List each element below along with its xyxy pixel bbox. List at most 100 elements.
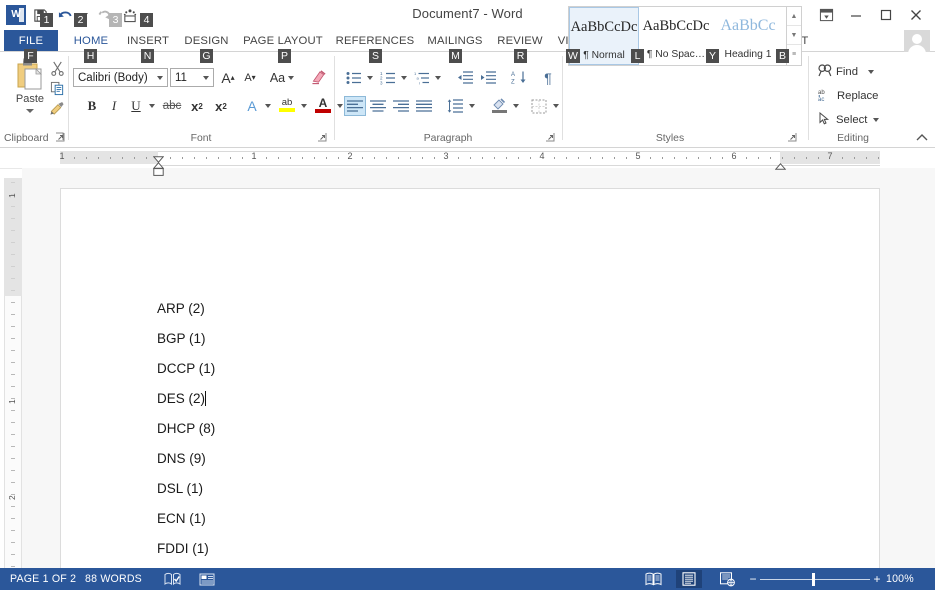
svg-text:A: A [511,72,515,78]
font-name-dropdown-icon[interactable] [153,75,167,80]
zoom-thumb[interactable] [812,572,815,586]
shading-button[interactable] [488,96,510,116]
proofing-status-icon[interactable] [164,568,181,590]
justify-button[interactable] [413,96,435,116]
find-button[interactable]: Find [818,62,874,82]
text-effects-dropdown-icon[interactable] [262,96,273,116]
zoom-track[interactable] [760,572,870,586]
align-right-button[interactable] [390,96,412,116]
styles-dialog-launcher[interactable] [787,132,798,143]
document-line[interactable]: BGP (1) [157,324,777,354]
page-indicator[interactable]: PAGE 1 OF 2 [10,568,76,590]
style-item-no-spacing[interactable]: AaBbCcDc ¶ No Spac… [641,7,711,65]
font-name-input[interactable]: Calibri (Body) [73,68,168,87]
superscript-button[interactable]: x2 [210,96,232,116]
shrink-font-button[interactable]: A ▾ [240,68,260,87]
find-dropdown-icon[interactable] [867,70,874,74]
text-effects-button[interactable]: A [242,96,262,116]
multilevel-list-dropdown-icon[interactable] [432,68,443,87]
clipboard-dialog-launcher[interactable] [55,132,66,143]
multilevel-list-button[interactable]: 1ai [412,68,432,87]
copy-button[interactable] [46,78,68,98]
bold-button[interactable]: B [82,96,102,116]
document-line[interactable]: ARP (2) [157,294,777,324]
word-count[interactable]: 88 WORDS [85,568,142,590]
view-print-layout-button[interactable] [676,570,702,588]
underline-dropdown-icon[interactable] [146,96,157,116]
language-indicator[interactable] [198,568,216,590]
zoom-in-button[interactable]: + [870,572,884,586]
ruler-tick [230,157,231,159]
ribbon-display-options-icon[interactable] [811,4,841,26]
horizontal-ruler[interactable]: 1 1 2 3 4 5 6 7 [0,148,935,176]
bullets-button[interactable] [344,68,364,87]
center-button[interactable] [367,96,389,116]
document-line[interactable]: DNS (9) [157,444,777,474]
keytip-tab-developer: L [631,49,644,63]
document-line[interactable]: FDDI (1) [157,534,777,564]
document-line[interactable]: DSL (1) [157,474,777,504]
borders-button[interactable] [528,96,550,116]
grow-font-button[interactable]: A ▴ [218,68,238,87]
left-indent-marker[interactable] [153,163,164,181]
style-item-heading-1[interactable]: AaBbCc Heading 1 [713,7,783,65]
document-page[interactable]: ARP (2) BGP (1) DCCP (1) DES (2) DHCP (8) DNS… [60,188,880,568]
zoom-out-button[interactable]: − [746,572,760,586]
view-web-layout-button[interactable] [714,570,740,588]
replace-button[interactable]: ab ac Replace [818,86,878,106]
select-icon [818,111,832,128]
document-scroll-area[interactable]: ARP (2) BGP (1) DCCP (1) DES (2) DHCP (8) DNS… [22,168,935,568]
align-left-button[interactable] [344,96,366,116]
decrease-indent-button[interactable] [454,68,476,87]
select-dropdown-icon[interactable] [873,118,880,122]
line-spacing-button[interactable] [444,96,466,116]
shading-dropdown-icon[interactable] [510,96,521,116]
font-dialog-launcher[interactable] [317,132,328,143]
styles-scroll-down-icon[interactable]: ▼ [787,26,801,45]
view-read-mode-button[interactable] [640,570,666,588]
increase-indent-button[interactable] [477,68,499,87]
styles-more-icon[interactable]: ≡ [787,45,801,64]
document-text[interactable]: ARP (2) BGP (1) DCCP (1) DES (2) DHCP (8) DNS… [157,294,777,568]
zoom-level[interactable]: 100% [886,568,914,590]
italic-button[interactable]: I [104,96,124,116]
document-line[interactable]: ECN (1) [157,504,777,534]
clear-formatting-button[interactable] [308,68,330,87]
document-line[interactable]: DES (2) [157,384,777,414]
underline-button[interactable]: U [126,96,146,116]
paste-dropdown-icon[interactable] [26,109,34,113]
minimize-icon[interactable] [841,4,871,26]
cut-button[interactable] [46,58,68,78]
format-painter-button[interactable] [46,98,68,118]
zoom-slider[interactable]: − + [746,568,884,590]
styles-scrollbar[interactable]: ▲ ▼ ≡ [787,6,802,66]
right-indent-marker[interactable] [774,157,787,175]
sort-button[interactable]: AZ [508,68,530,87]
font-size-input[interactable]: 11 [170,68,214,87]
collapse-ribbon-icon[interactable] [915,131,929,145]
subscript-button[interactable]: x2 [186,96,208,116]
font-size-dropdown-icon[interactable] [199,75,213,80]
vertical-ruler[interactable]: 1 1 2 [4,178,22,568]
avatar[interactable] [904,30,930,54]
svg-text:3: 3 [380,80,383,85]
numbering-button[interactable]: 123 [378,68,398,87]
show-formatting-marks-button[interactable]: ¶ [538,68,558,87]
line-spacing-dropdown-icon[interactable] [466,96,477,116]
change-case-button[interactable]: Aa [268,68,296,87]
ruler-tick [326,157,327,159]
borders-dropdown-icon[interactable] [550,96,561,116]
close-icon[interactable] [901,4,931,26]
highlight-button[interactable]: ab [276,94,298,116]
numbering-dropdown-icon[interactable] [398,68,409,87]
strikethrough-button[interactable]: abc [160,96,184,116]
bullets-dropdown-icon[interactable] [364,68,375,87]
highlight-dropdown-icon[interactable] [298,96,309,116]
document-line[interactable]: DCCP (1) [157,354,777,384]
font-color-button[interactable]: A [312,94,334,116]
maximize-icon[interactable] [871,4,901,26]
svg-text:Z: Z [511,80,515,86]
styles-scroll-up-icon[interactable]: ▲ [787,7,801,26]
document-line[interactable]: DHCP (8) [157,414,777,444]
select-button[interactable]: Select [818,110,880,130]
